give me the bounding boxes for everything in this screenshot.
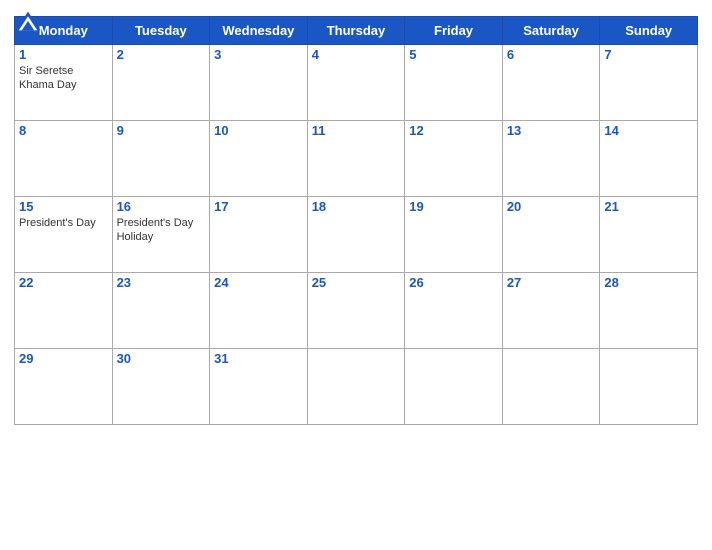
day-number: 1 — [19, 47, 108, 62]
week-row-4: 22 23 24 25 26 27 28 — [15, 273, 698, 349]
day-number: 31 — [214, 351, 303, 366]
day-event: President's Day — [19, 216, 108, 230]
day-number: 23 — [117, 275, 206, 290]
day-number: 26 — [409, 275, 498, 290]
weekday-header-row: MondayTuesdayWednesdayThursdayFridaySatu… — [15, 17, 698, 45]
day-event: Sir Seretse Khama Day — [19, 64, 108, 93]
week-row-5: 29 30 31 — [15, 349, 698, 425]
week-row-3: 15 President's Day 16 President's Day Holid… — [15, 197, 698, 273]
day-number: 21 — [604, 199, 693, 214]
day-number: 3 — [214, 47, 303, 62]
calendar-cell: 4 — [307, 45, 405, 121]
day-number: 30 — [117, 351, 206, 366]
day-number: 18 — [312, 199, 401, 214]
calendar-container: MondayTuesdayWednesdayThursdayFridaySatu… — [0, 0, 712, 550]
calendar-cell: 28 — [600, 273, 698, 349]
day-number: 17 — [214, 199, 303, 214]
calendar-cell: 29 — [15, 349, 113, 425]
calendar-cell: 23 — [112, 273, 210, 349]
calendar-cell: 16 President's Day Holiday — [112, 197, 210, 273]
calendar-cell: 9 — [112, 121, 210, 197]
day-number: 10 — [214, 123, 303, 138]
week-row-2: 89 10 11 12 13 14 — [15, 121, 698, 197]
day-number: 11 — [312, 123, 401, 138]
calendar-cell: 25 — [307, 273, 405, 349]
calendar-tbody: 1Sir Seretse Khama Day234567891011121314… — [15, 45, 698, 425]
calendar-cell: 5 — [405, 45, 503, 121]
calendar-cell: 11 — [307, 121, 405, 197]
calendar-cell: 31 — [210, 349, 308, 425]
day-number: 9 — [117, 123, 206, 138]
calendar-cell: 27 — [502, 273, 600, 349]
calendar-cell — [405, 349, 503, 425]
calendar-grid: MondayTuesdayWednesdayThursdayFridaySatu… — [14, 16, 698, 425]
day-event: President's Day Holiday — [117, 216, 206, 245]
day-number: 2 — [117, 47, 206, 62]
calendar-cell: 2 — [112, 45, 210, 121]
calendar-cell: 24 — [210, 273, 308, 349]
calendar-cell: 1 Sir Seretse Khama Day — [15, 45, 113, 121]
calendar-cell: 6 — [502, 45, 600, 121]
calendar-cell: 12 — [405, 121, 503, 197]
day-number: 6 — [507, 47, 596, 62]
logo-area — [14, 10, 44, 32]
calendar-cell: 14 — [600, 121, 698, 197]
weekday-header-tuesday: Tuesday — [112, 17, 210, 45]
calendar-cell: 17 — [210, 197, 308, 273]
weekday-header-sunday: Sunday — [600, 17, 698, 45]
calendar-cell: 10 — [210, 121, 308, 197]
calendar-cell: 21 — [600, 197, 698, 273]
calendar-cell: 8 — [15, 121, 113, 197]
day-number: 16 — [117, 199, 206, 214]
calendar-cell: 3 — [210, 45, 308, 121]
calendar-cell: 18 — [307, 197, 405, 273]
day-number: 27 — [507, 275, 596, 290]
weekday-header-saturday: Saturday — [502, 17, 600, 45]
calendar-cell: 7 — [600, 45, 698, 121]
calendar-cell: 22 — [15, 273, 113, 349]
day-number: 13 — [507, 123, 596, 138]
calendar-cell: 20 — [502, 197, 600, 273]
day-number: 24 — [214, 275, 303, 290]
weekday-header-thursday: Thursday — [307, 17, 405, 45]
weekday-header-friday: Friday — [405, 17, 503, 45]
day-number: 20 — [507, 199, 596, 214]
day-number: 25 — [312, 275, 401, 290]
calendar-cell — [502, 349, 600, 425]
calendar-cell: 15 President's Day — [15, 197, 113, 273]
day-number: 29 — [19, 351, 108, 366]
day-number: 19 — [409, 199, 498, 214]
day-number: 5 — [409, 47, 498, 62]
calendar-cell — [600, 349, 698, 425]
day-number: 14 — [604, 123, 693, 138]
day-number: 15 — [19, 199, 108, 214]
week-row-1: 1 Sir Seretse Khama Day 234567 — [15, 45, 698, 121]
day-number: 8 — [19, 123, 108, 138]
calendar-cell — [307, 349, 405, 425]
day-number: 7 — [604, 47, 693, 62]
weekday-header-wednesday: Wednesday — [210, 17, 308, 45]
day-number: 4 — [312, 47, 401, 62]
calendar-cell: 13 — [502, 121, 600, 197]
calendar-cell: 26 — [405, 273, 503, 349]
day-number: 22 — [19, 275, 108, 290]
day-number: 28 — [604, 275, 693, 290]
general-blue-icon — [14, 10, 42, 32]
calendar-cell: 19 — [405, 197, 503, 273]
day-number: 12 — [409, 123, 498, 138]
calendar-thead: MondayTuesdayWednesdayThursdayFridaySatu… — [15, 17, 698, 45]
calendar-cell: 30 — [112, 349, 210, 425]
